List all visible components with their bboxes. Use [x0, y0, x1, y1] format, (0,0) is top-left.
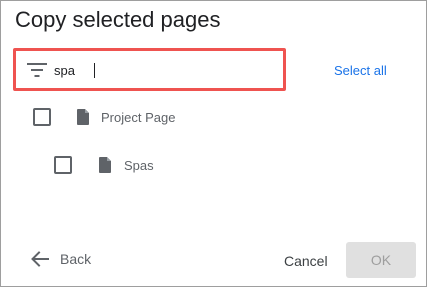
filter-input[interactable] — [54, 60, 254, 80]
filter-field[interactable] — [13, 48, 286, 91]
back-button[interactable]: Back — [31, 251, 91, 267]
dialog-title: Copy selected pages — [15, 7, 221, 32]
list-item-spas[interactable]: Spas — [54, 153, 154, 177]
copy-pages-dialog: Copy selected pages Select all Project P… — [0, 0, 427, 287]
list-item-label: Project Page — [101, 109, 176, 125]
text-cursor — [94, 63, 95, 78]
arrow-left-icon — [31, 251, 49, 267]
document-icon — [77, 109, 89, 125]
document-icon — [99, 157, 111, 173]
filter-icon — [27, 63, 47, 77]
list-item-project-page[interactable]: Project Page — [33, 105, 175, 129]
select-all-link[interactable]: Select all — [334, 63, 387, 78]
checkbox[interactable] — [54, 156, 72, 174]
list-item-label: Spas — [124, 157, 154, 173]
checkbox[interactable] — [33, 108, 51, 126]
back-label: Back — [60, 251, 92, 267]
ok-button[interactable]: OK — [346, 242, 416, 278]
cancel-button[interactable]: Cancel — [284, 253, 328, 269]
